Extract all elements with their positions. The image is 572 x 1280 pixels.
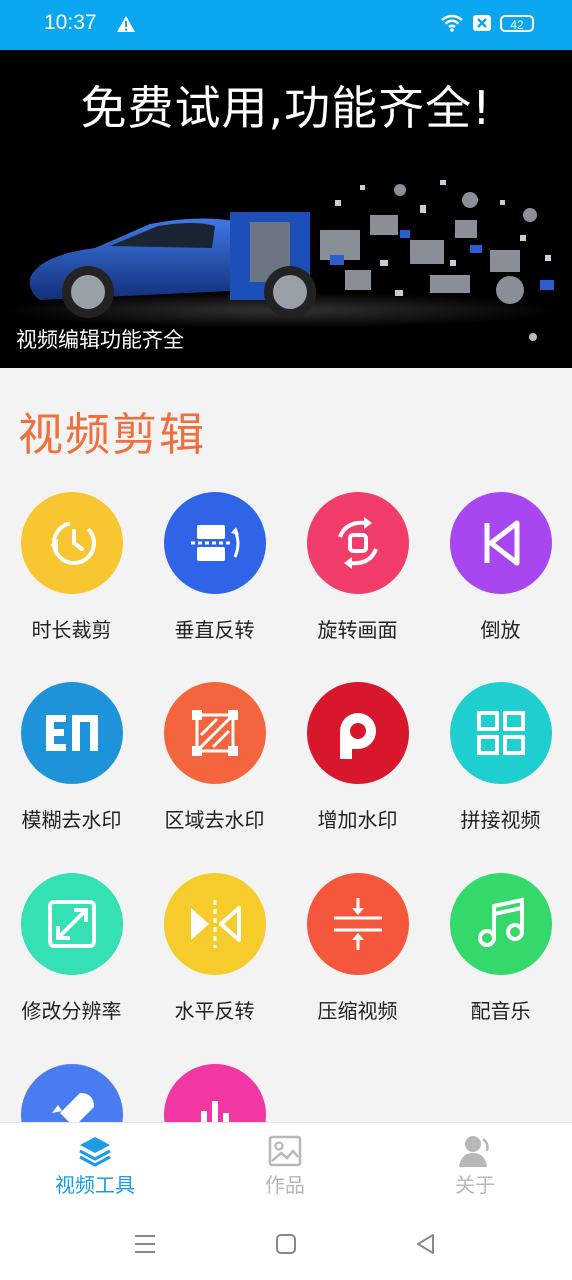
no-sim-icon [473,15,491,31]
compress-icon [334,898,382,950]
section-title: 视频剪辑 [18,408,207,461]
grid-join-icon [477,711,525,755]
status-bar: 10:37 42 [0,0,572,50]
layers-icon [79,1137,111,1167]
bottom-tab-bar: 视频工具 作品 关于 [0,1122,572,1207]
tool-blur-watermark[interactable]: 模糊去水印 [0,682,143,862]
tool-label: 压缩视频 [317,999,398,1023]
promo-banner[interactable]: 免费试用,功能齐全! 视频编辑功能齐全 [0,50,572,368]
tool-label: 时长裁剪 [31,618,112,642]
tool-icon-circle [164,873,266,975]
tab-about[interactable]: 关于 [380,1123,570,1207]
menu-icon[interactable] [131,1230,159,1258]
tool-horizontal-flip[interactable]: 水平反转 [143,873,286,1053]
tool-icon-circle [21,873,123,975]
tool-icon-circle [450,492,552,594]
tool-label: 区域去水印 [164,808,265,832]
tool-audio[interactable] [143,1064,286,1122]
tool-icon-circle [307,492,409,594]
tool-icon-circle [164,1064,266,1122]
tool-icon-circle [21,682,123,784]
tool-label: 拼接视频 [460,808,541,832]
image-icon [268,1135,302,1167]
user-icon [459,1136,489,1167]
banner-caption: 视频编辑功能齐全 [16,328,184,352]
tool-label: 水平反转 [174,999,255,1023]
tool-reverse[interactable]: 倒放 [429,492,572,672]
warning-icon [117,16,135,32]
tool-join-video[interactable]: 拼接视频 [429,682,572,862]
tool-icon-circle [450,873,552,975]
tool-icon-circle [307,873,409,975]
wifi-icon [441,14,463,32]
home-icon[interactable] [272,1230,300,1258]
tool-resolution[interactable]: 修改分辨率 [0,873,143,1053]
tool-rotate[interactable]: 旋转画面 [286,492,429,672]
audio-bars-icon [201,1101,229,1122]
battery-indicator: 42 [500,14,534,32]
tab-label: 作品 [265,1173,305,1197]
tool-label: 旋转画面 [317,618,398,642]
tool-label: 倒放 [480,618,521,642]
tab-works[interactable]: 作品 [190,1123,380,1207]
tool-duration-trim[interactable]: 时长裁剪 [0,492,143,672]
add-watermark-icon [340,713,376,759]
resize-icon [48,900,96,948]
tab-label: 视频工具 [55,1173,135,1197]
system-nav-bar [0,1206,572,1280]
tool-boost[interactable] [0,1064,143,1122]
horizontal-flip-icon [191,900,241,948]
tool-icon-circle [450,682,552,784]
tool-label: 模糊去水印 [21,808,122,832]
tool-add-watermark[interactable]: 增加水印 [286,682,429,862]
tab-video-tools[interactable]: 视频工具 [0,1123,190,1207]
blur-watermark-icon [46,715,98,751]
tool-add-music[interactable]: 配音乐 [429,873,572,1053]
banner-title: 免费试用,功能齐全! [80,81,492,135]
status-time: 10:37 [44,11,97,34]
clock-rewind-icon [50,521,96,565]
tool-icon-circle [307,682,409,784]
tool-icon-circle [164,682,266,784]
tool-label: 配音乐 [470,999,531,1023]
reverse-play-icon [484,520,520,566]
vertical-flip-icon [191,525,240,561]
rocket-icon [52,1093,94,1122]
carousel-indicator[interactable] [529,333,537,341]
tab-label: 关于 [455,1173,495,1197]
tool-label: 垂直反转 [174,618,255,642]
music-note-icon [478,897,524,947]
tool-area-watermark[interactable]: 区域去水印 [143,682,286,862]
tool-compress[interactable]: 压缩视频 [286,873,429,1053]
rotate-icon [338,517,378,569]
car-explosion-image [0,180,560,328]
back-icon[interactable] [412,1230,440,1258]
tool-icon-circle [21,492,123,594]
tool-icon-circle [164,492,266,594]
tool-grid: 时长裁剪 垂直反转 旋转画面 倒放 模糊去水印 区域去水印 增加水印 拼接视频 … [0,492,572,1122]
tool-vertical-flip[interactable]: 垂直反转 [143,492,286,672]
tool-label: 增加水印 [317,808,398,832]
tool-label: 修改分辨率 [21,999,122,1023]
tool-icon-circle [21,1064,123,1122]
area-watermark-icon [192,710,238,756]
